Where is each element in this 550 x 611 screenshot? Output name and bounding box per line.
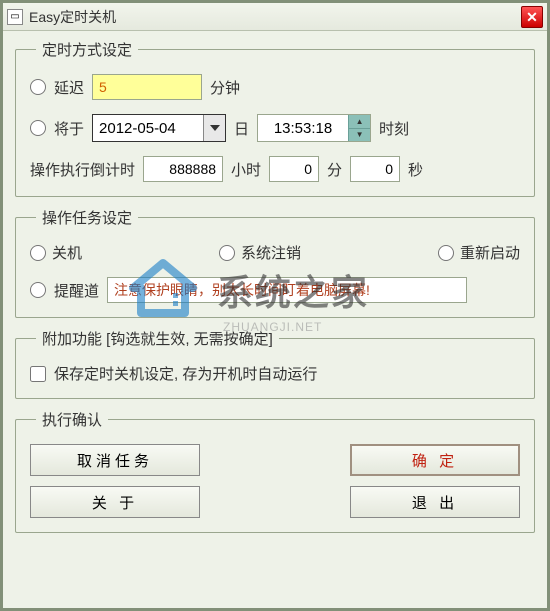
close-button[interactable]: ✕	[521, 6, 543, 28]
reminder-row: 提醒道	[30, 277, 520, 303]
app-icon: ▭	[7, 9, 23, 25]
spin-down-button[interactable]: ▼	[348, 129, 370, 142]
at-label: 将于	[54, 118, 84, 139]
shutdown-radio[interactable]	[30, 245, 46, 261]
countdown-hours-input[interactable]	[143, 156, 223, 182]
time-input[interactable]	[258, 115, 348, 141]
reminder-label: 提醒道	[54, 280, 99, 301]
countdown-minutes-input[interactable]	[269, 156, 319, 182]
delay-radio[interactable]	[30, 79, 46, 95]
countdown-seconds-input[interactable]	[350, 156, 400, 182]
client-area: 定时方式设定 延迟 分钟 将于 日	[3, 31, 547, 551]
delay-input[interactable]	[92, 74, 202, 100]
group-addon-legend: 附加功能 [钩选就生效, 无需按确定]	[36, 328, 279, 349]
logoff-label: 系统注销	[241, 242, 301, 263]
group-addon: 附加功能 [钩选就生效, 无需按确定] 保存定时关机设定, 存为开机时自动运行	[15, 328, 535, 399]
delay-unit: 分钟	[210, 77, 240, 98]
logoff-radio[interactable]	[219, 245, 235, 261]
shutdown-label: 关机	[52, 242, 82, 263]
reminder-input[interactable]	[107, 277, 467, 303]
button-row-2: 关 于 退 出	[30, 486, 520, 518]
restart-label: 重新启动	[460, 242, 520, 263]
at-row: 将于 日 ▲ ▼ 时刻	[30, 114, 520, 142]
save-row: 保存定时关机设定, 存为开机时自动运行	[30, 363, 520, 384]
group-confirm-legend: 执行确认	[36, 409, 108, 430]
date-picker[interactable]	[92, 114, 226, 142]
countdown-s-unit: 秒	[408, 159, 423, 180]
date-dropdown-button[interactable]	[203, 115, 225, 141]
group-task-legend: 操作任务设定	[36, 207, 138, 228]
countdown-h-unit: 小时	[231, 159, 261, 180]
group-task: 操作任务设定 关机 系统注销 重新启动 提醒道	[15, 207, 535, 318]
time-picker[interactable]: ▲ ▼	[257, 114, 371, 142]
countdown-row: 操作执行倒计时 小时 分 秒	[30, 156, 520, 182]
date-input[interactable]	[93, 115, 203, 141]
date-unit: 日	[234, 118, 249, 139]
titlebar: ▭ Easy定时关机 ✕	[3, 3, 547, 31]
task-options-row: 关机 系统注销 重新启动	[30, 242, 520, 263]
group-timing-legend: 定时方式设定	[36, 39, 138, 60]
window-title: Easy定时关机	[29, 7, 116, 27]
delay-label: 延迟	[54, 77, 84, 98]
chevron-down-icon	[210, 125, 220, 131]
exit-button[interactable]: 退 出	[350, 486, 520, 518]
time-spinner: ▲ ▼	[348, 115, 370, 141]
save-label: 保存定时关机设定, 存为开机时自动运行	[54, 363, 317, 384]
reminder-radio[interactable]	[30, 282, 46, 298]
app-window: ▭ Easy定时关机 ✕ 定时方式设定 延迟 分钟 将于	[0, 0, 550, 611]
countdown-label: 操作执行倒计时	[30, 159, 135, 180]
about-button[interactable]: 关 于	[30, 486, 200, 518]
group-confirm: 执行确认 取消任务 确 定 关 于 退 出	[15, 409, 535, 533]
save-checkbox[interactable]	[30, 366, 46, 382]
ok-button[interactable]: 确 定	[350, 444, 520, 476]
time-unit: 时刻	[379, 118, 409, 139]
countdown-m-unit: 分	[327, 159, 342, 180]
spin-up-button[interactable]: ▲	[348, 115, 370, 129]
cancel-task-button[interactable]: 取消任务	[30, 444, 200, 476]
at-radio[interactable]	[30, 120, 46, 136]
delay-row: 延迟 分钟	[30, 74, 520, 100]
button-row-1: 取消任务 确 定	[30, 444, 520, 476]
restart-radio[interactable]	[438, 245, 454, 261]
group-timing: 定时方式设定 延迟 分钟 将于 日	[15, 39, 535, 197]
